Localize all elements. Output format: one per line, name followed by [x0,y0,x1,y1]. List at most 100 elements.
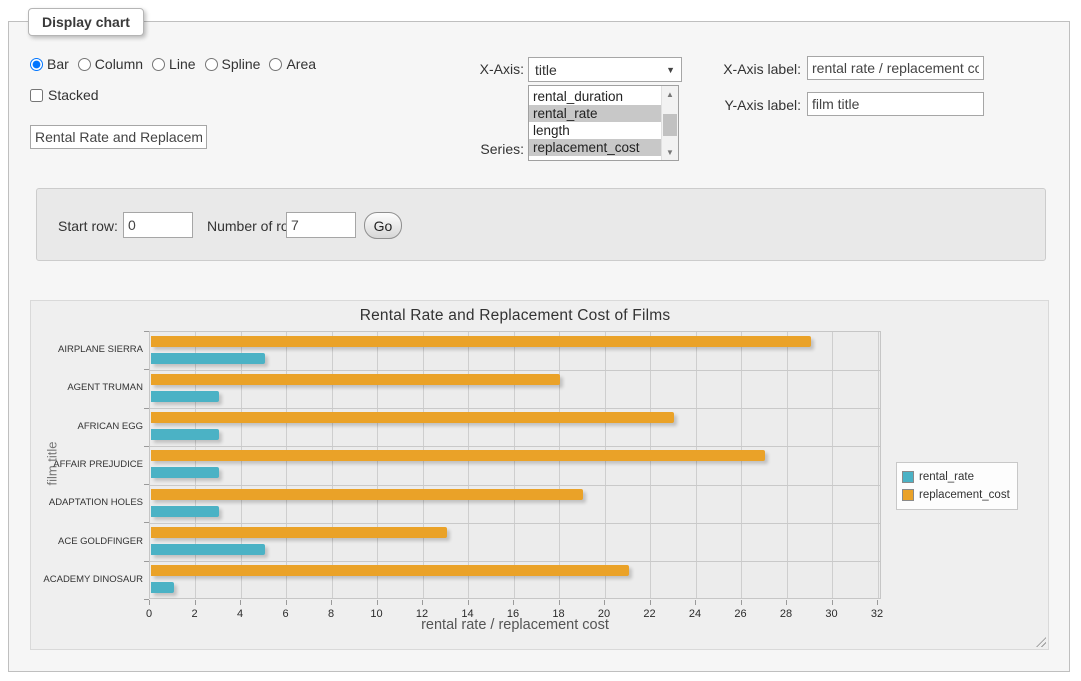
gridline [150,370,880,371]
x-axis-label-input[interactable] [807,56,984,80]
gridline [514,332,515,598]
series-option-rental-rate[interactable]: rental_rate [529,105,661,122]
bar-replacement-cost [151,336,811,347]
chart-type-label: Column [95,56,143,72]
bar-replacement-cost [151,450,765,461]
bar-rental-rate [151,506,219,517]
y-tick-mark [144,408,149,409]
x-axis-select-label: X-Axis: [444,61,524,77]
chart-type-bar: Bar [30,56,69,72]
y-tick-mark [144,369,149,370]
y-tick-mark [144,331,149,332]
rows-panel: Start row: Number of rows: Go [36,188,1046,261]
gridline [150,523,880,524]
gridline [468,332,469,598]
gridline [150,485,880,486]
x-tick-mark [377,600,378,605]
series-option-rental-duration[interactable]: rental_duration [529,88,661,105]
bar-replacement-cost [151,489,583,500]
category-label: AFRICAN EGG [31,421,143,433]
chart-type-radio-bar[interactable] [30,58,43,71]
x-tick-mark [195,600,196,605]
chart-title-input[interactable] [30,125,207,149]
resize-handle-icon[interactable] [1036,637,1046,647]
bar-replacement-cost [151,565,629,576]
y-axis-field-label: Y-Axis label: [701,97,801,113]
series-options: rental_durationrental_ratelengthreplacem… [529,86,661,160]
x-tick-mark [422,600,423,605]
x-tick-mark [877,600,878,605]
gridline [650,332,651,598]
chart-type-radio-spline[interactable] [205,58,218,71]
series-listbox: rental_durationrental_ratelengthreplacem… [528,85,679,161]
bar-rental-rate [151,391,219,402]
chart-type-spline: Spline [205,56,261,72]
y-tick-mark [144,522,149,523]
chart-title: Rental Rate and Replacement Cost of Film… [149,307,881,325]
panel-title: Display chart [28,8,144,36]
y-tick-mark [144,561,149,562]
stacked-label: Stacked [48,87,99,103]
chart-type-label: Line [169,56,195,72]
page: Display chart Bar Column Line Spline Area St… [0,0,1081,681]
chart-type-radio-group: Bar Column Line Spline Area [30,56,316,72]
x-tick-mark [604,600,605,605]
go-button[interactable]: Go [364,212,402,239]
x-axis-selected-value: title [535,62,666,78]
y-tick-mark [144,484,149,485]
gridline [559,332,560,598]
legend-item-rental-rate: rental_rate [902,468,1010,486]
bar-rental-rate [151,353,265,364]
gridline [787,332,788,598]
gridline [286,332,287,598]
y-axis-label-input[interactable] [807,92,984,116]
gridline [423,332,424,598]
gridline [150,408,880,409]
x-tick-mark [149,600,150,605]
gridline [150,561,880,562]
chart-legend: rental_rate replacement_cost [896,462,1018,510]
legend-label: replacement_cost [919,489,1010,501]
legend-item-replacement-cost: replacement_cost [902,486,1010,504]
chart-type-radio-line[interactable] [152,58,165,71]
start-row-input[interactable] [123,212,193,238]
scrollbar-thumb[interactable] [663,114,677,136]
num-rows-input[interactable] [286,212,356,238]
chart-type-radio-area[interactable] [269,58,282,71]
stacked-checkbox[interactable] [30,89,43,102]
chart-type-label: Area [286,56,316,72]
x-tick-mark [559,600,560,605]
legend-swatch-icon [902,471,914,483]
dropdown-arrow-icon: ▼ [666,65,675,75]
x-tick-mark [286,600,287,605]
gridline [377,332,378,598]
scroll-down-icon[interactable]: ▼ [662,144,678,160]
gridline [696,332,697,598]
category-label: ACADEMY DINOSAUR [31,574,143,586]
x-tick-mark [832,600,833,605]
x-axis-field-label: X-Axis label: [701,61,801,77]
series-option-replacement-cost[interactable]: replacement_cost [529,139,661,156]
gridline [605,332,606,598]
chart-type-radio-column[interactable] [78,58,91,71]
chart-container: Rental Rate and Replacement Cost of Film… [30,300,1049,650]
scroll-up-icon[interactable]: ▲ [662,86,678,102]
start-row-label: Start row: [58,218,118,234]
bar-replacement-cost [151,374,560,385]
series-scrollbar[interactable]: ▲ ▼ [661,86,678,160]
legend-label: rental_rate [919,471,974,483]
bar-rental-rate [151,582,174,593]
bar-rental-rate [151,544,265,555]
x-tick-mark [650,600,651,605]
category-label: AFFAIR PREJUDICE [31,459,143,471]
legend-swatch-icon [902,489,914,501]
bar-rental-rate [151,429,219,440]
series-option-length[interactable]: length [529,122,661,139]
category-label: AIRPLANE SIERRA [31,344,143,356]
x-tick-mark [240,600,241,605]
chart-type-label: Bar [47,56,69,72]
x-axis-select[interactable]: title ▼ [528,57,682,82]
x-tick-mark [695,600,696,605]
x-tick-mark [741,600,742,605]
category-label: ADAPTATION HOLES [31,497,143,509]
